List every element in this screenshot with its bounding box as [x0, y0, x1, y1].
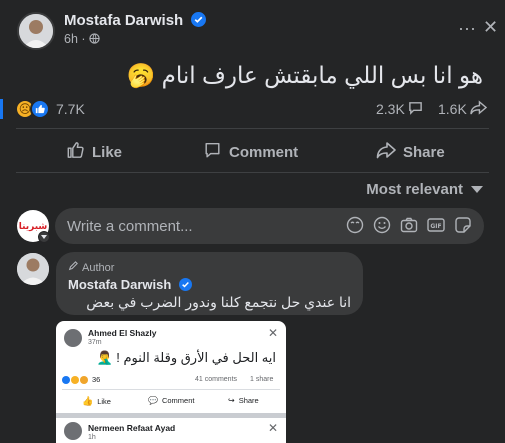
shot-close-icon: ✕ — [268, 326, 279, 340]
emoji-icon[interactable] — [373, 216, 391, 234]
avatar-sticker-icon[interactable] — [346, 216, 364, 234]
shot-second-close-icon: ✕ — [268, 421, 279, 435]
verified-badge-icon — [178, 278, 192, 294]
comments-sort-label[interactable]: Most relevant — [366, 181, 463, 198]
like-label[interactable]: Like — [92, 144, 122, 161]
shot-divider — [62, 389, 280, 390]
divider-top — [16, 128, 489, 129]
comments-count[interactable]: 2.3K — [376, 98, 423, 120]
post-meta: 6h · — [64, 32, 100, 46]
pen-icon — [68, 261, 78, 274]
comment-button[interactable]: Comment — [203, 141, 298, 163]
shot-second-author: Nermeen Refaat Ayad — [88, 423, 176, 433]
comment-input-tools: GIF — [346, 216, 472, 234]
shot-haha-icon — [71, 375, 79, 384]
shot-second-avatar — [64, 422, 82, 440]
reaction-count[interactable]: 7.7K — [56, 101, 85, 117]
comment-bubble: Author Mostafa Darwish انا عندي حل نتجمع… — [56, 252, 363, 315]
close-icon[interactable]: ✕ — [483, 17, 498, 37]
shot-like-button: 👍 Like — [82, 396, 111, 406]
avatar-dropdown-icon[interactable] — [38, 231, 50, 243]
shot-sad-icon — [80, 375, 88, 384]
current-user-avatar-text: شبرينا — [18, 220, 48, 231]
like-thumb-icon — [66, 141, 85, 163]
sticker-icon[interactable] — [454, 216, 472, 234]
reaction-edge — [0, 99, 3, 119]
share-arrow-icon — [470, 100, 487, 118]
post-time[interactable]: 6h — [64, 32, 78, 46]
commenter-avatar[interactable] — [17, 253, 49, 285]
comment-label[interactable]: Comment — [229, 144, 298, 161]
shot-text: ايه الحل في الأرق وقلة النوم ! 🤦‍♂️ — [96, 350, 276, 365]
shot-separator — [56, 413, 286, 418]
post-author-name[interactable]: Mostafa Darwish — [64, 12, 207, 31]
share-label[interactable]: Share — [403, 144, 445, 161]
like-reaction-icon — [30, 99, 50, 119]
shot-shares: 1 share — [250, 376, 274, 383]
author-badge: Author — [68, 261, 114, 274]
verified-badge-icon — [191, 12, 207, 31]
shot-comments: 41 comments — [195, 376, 238, 383]
comment-attached-image[interactable]: Ahmed El Shazly 37m ✕ ايه الحل في الأرق … — [56, 321, 286, 443]
comment-input[interactable]: Write a comment... GIF — [55, 208, 484, 244]
comment-input-placeholder[interactable]: Write a comment... — [67, 218, 193, 235]
camera-icon[interactable] — [400, 216, 418, 234]
comment-author-name[interactable]: Mostafa Darwish — [68, 277, 192, 294]
shot-like-icon — [62, 375, 70, 384]
svg-text:GIF: GIF — [430, 223, 441, 230]
globe-icon — [89, 32, 100, 46]
caret-down-icon — [471, 186, 483, 193]
gif-icon[interactable]: GIF — [427, 216, 445, 234]
like-button[interactable]: Like — [66, 141, 122, 163]
post-text: هو انا بس اللي مابقتش عارف انام 🥱 — [126, 62, 483, 88]
shot-share-button: ↪ Share — [228, 396, 259, 405]
shot-avatar — [64, 329, 82, 347]
comment-bubble-icon — [408, 100, 423, 118]
shot-second-time: 1h — [88, 434, 96, 441]
share-button[interactable]: Share — [376, 141, 445, 163]
more-options-icon[interactable]: ··· — [458, 18, 476, 38]
comment-text: انا عندي حل نتجمع كلنا وندور الضرب في بع… — [86, 294, 351, 310]
shot-author: Ahmed El Shazly — [88, 328, 157, 338]
comment-icon — [203, 141, 222, 163]
divider-bottom — [16, 172, 489, 173]
share-icon — [376, 141, 396, 163]
shot-comment-button: 💬 Comment — [148, 396, 195, 405]
author-badge-label: Author — [82, 261, 115, 274]
shot-time: 37m — [88, 339, 102, 346]
shares-count[interactable]: 1.6K — [438, 98, 487, 120]
shot-reactions: 36 — [62, 375, 100, 384]
author-avatar[interactable] — [17, 12, 55, 50]
comments-sort-dropdown[interactable]: Most relevant — [366, 181, 483, 198]
reaction-summary[interactable]: ☹ 7.7K — [0, 98, 85, 120]
